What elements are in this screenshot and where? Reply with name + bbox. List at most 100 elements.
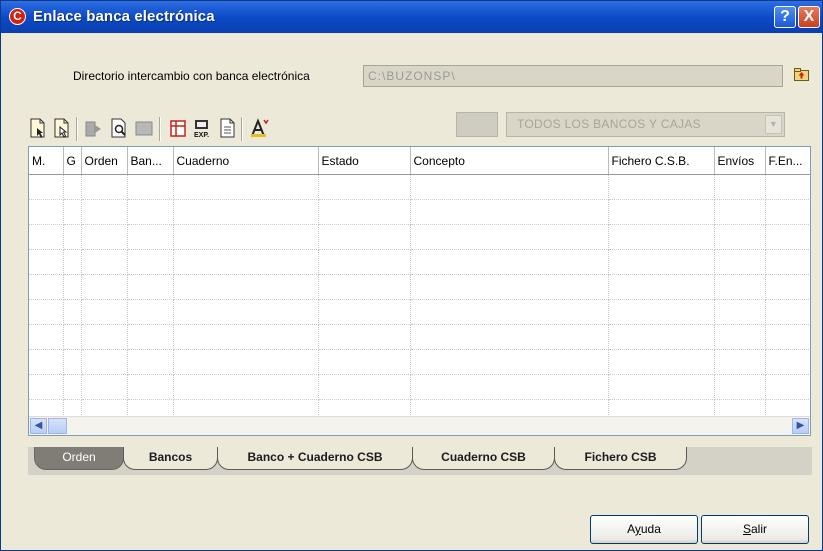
table-cell[interactable] <box>81 299 128 325</box>
table-row[interactable] <box>29 324 810 350</box>
table-cell[interactable] <box>29 174 64 200</box>
bank-code-box[interactable] <box>456 112 498 137</box>
table-cell[interactable] <box>173 324 319 350</box>
table-cell[interactable] <box>29 324 64 350</box>
help-button[interactable]: ? <box>774 6 796 28</box>
scroll-thumb[interactable] <box>48 418 67 434</box>
export-icon[interactable]: EXP. <box>193 117 213 139</box>
table-cell[interactable] <box>410 349 609 375</box>
table-cell[interactable] <box>765 374 810 400</box>
table-cell[interactable] <box>714 199 766 225</box>
table-row[interactable] <box>29 199 810 225</box>
table-cell[interactable] <box>765 274 810 300</box>
grey-box-icon[interactable] <box>134 117 154 139</box>
table-cell[interactable] <box>81 324 128 350</box>
table-cell[interactable] <box>63 224 82 250</box>
table-cell[interactable] <box>173 174 319 200</box>
column-header-g[interactable]: G <box>63 147 82 175</box>
tab-fichero[interactable]: Fichero CSB <box>554 447 687 470</box>
table-cell[interactable] <box>81 349 128 375</box>
table-cell[interactable] <box>410 199 609 225</box>
table-cell[interactable] <box>29 199 64 225</box>
table-cell[interactable] <box>765 349 810 375</box>
table-cell[interactable] <box>410 249 609 275</box>
table-row[interactable] <box>29 224 810 250</box>
exit-button[interactable]: Salir <box>701 515 809 544</box>
move-icon[interactable] <box>84 117 104 139</box>
table-cell[interactable] <box>318 374 411 400</box>
table-cell[interactable] <box>29 299 64 325</box>
column-header-cuaderno[interactable]: Cuaderno <box>173 147 319 175</box>
table-cell[interactable] <box>714 374 766 400</box>
table-cell[interactable] <box>714 349 766 375</box>
table-cell[interactable] <box>173 299 319 325</box>
column-header-fichero[interactable]: Fichero C.S.B. <box>608 147 715 175</box>
data-grid[interactable]: M. G Orden Ban... Cuaderno Estado Concep… <box>28 146 811 436</box>
column-header-banco[interactable]: Ban... <box>127 147 174 175</box>
table-cell[interactable] <box>127 324 174 350</box>
column-header-fecha-envio[interactable]: F.En... <box>765 147 810 175</box>
table-cell[interactable] <box>765 324 810 350</box>
table-cell[interactable] <box>410 174 609 200</box>
table-cell[interactable] <box>63 299 82 325</box>
table-cell[interactable] <box>173 274 319 300</box>
table-cell[interactable] <box>608 174 715 200</box>
table-cell[interactable] <box>29 249 64 275</box>
table-cell[interactable] <box>127 299 174 325</box>
table-cell[interactable] <box>63 174 82 200</box>
table-cell[interactable] <box>173 249 319 275</box>
table-cell[interactable] <box>410 299 609 325</box>
column-header-m[interactable]: M. <box>29 147 64 175</box>
table-cell[interactable] <box>318 249 411 275</box>
table-cell[interactable] <box>29 274 64 300</box>
table-cell[interactable] <box>127 199 174 225</box>
table-cell[interactable] <box>714 324 766 350</box>
table-cell[interactable] <box>318 274 411 300</box>
column-header-envios[interactable]: Envíos <box>714 147 766 175</box>
table-row[interactable] <box>29 274 810 300</box>
column-header-concepto[interactable]: Concepto <box>410 147 609 175</box>
table-cell[interactable] <box>608 224 715 250</box>
table-cell[interactable] <box>127 224 174 250</box>
table-cell[interactable] <box>63 349 82 375</box>
table-cell[interactable] <box>29 224 64 250</box>
scroll-left-icon[interactable]: ◀ <box>30 418 47 434</box>
table-cell[interactable] <box>318 199 411 225</box>
page-icon[interactable] <box>217 117 237 139</box>
table-cell[interactable] <box>608 374 715 400</box>
table-row[interactable] <box>29 299 810 325</box>
table-cell[interactable] <box>127 249 174 275</box>
horizontal-scrollbar[interactable]: ◀ ▶ <box>29 416 810 435</box>
scroll-right-icon[interactable]: ▶ <box>792 418 809 434</box>
table-cell[interactable] <box>714 299 766 325</box>
table-cell[interactable] <box>318 299 411 325</box>
table-cell[interactable] <box>81 374 128 400</box>
table-cell[interactable] <box>63 199 82 225</box>
help-action-button[interactable]: Ayuda <box>590 515 698 544</box>
tab-banco-cuaderno[interactable]: Banco + Cuaderno CSB <box>217 447 413 470</box>
table-cell[interactable] <box>765 249 810 275</box>
table-cell[interactable] <box>63 374 82 400</box>
table-cell[interactable] <box>173 199 319 225</box>
table-cell[interactable] <box>173 349 319 375</box>
table-cell[interactable] <box>765 299 810 325</box>
column-header-estado[interactable]: Estado <box>318 147 411 175</box>
table-cell[interactable] <box>81 199 128 225</box>
table-cell[interactable] <box>318 224 411 250</box>
table-cell[interactable] <box>127 274 174 300</box>
close-button[interactable]: X <box>798 6 820 28</box>
table-cell[interactable] <box>765 174 810 200</box>
table-row[interactable] <box>29 374 810 400</box>
table-cell[interactable] <box>714 249 766 275</box>
table-cell[interactable] <box>318 349 411 375</box>
document-cursor-icon[interactable] <box>52 117 72 139</box>
table-cell[interactable] <box>127 349 174 375</box>
tab-bancos[interactable]: Bancos <box>123 447 218 470</box>
table-cell[interactable] <box>410 324 609 350</box>
table-cell[interactable] <box>714 174 766 200</box>
print-icon[interactable] <box>168 117 188 139</box>
table-cell[interactable] <box>608 299 715 325</box>
preview-icon[interactable] <box>109 117 129 139</box>
table-cell[interactable] <box>29 374 64 400</box>
table-cell[interactable] <box>81 249 128 275</box>
